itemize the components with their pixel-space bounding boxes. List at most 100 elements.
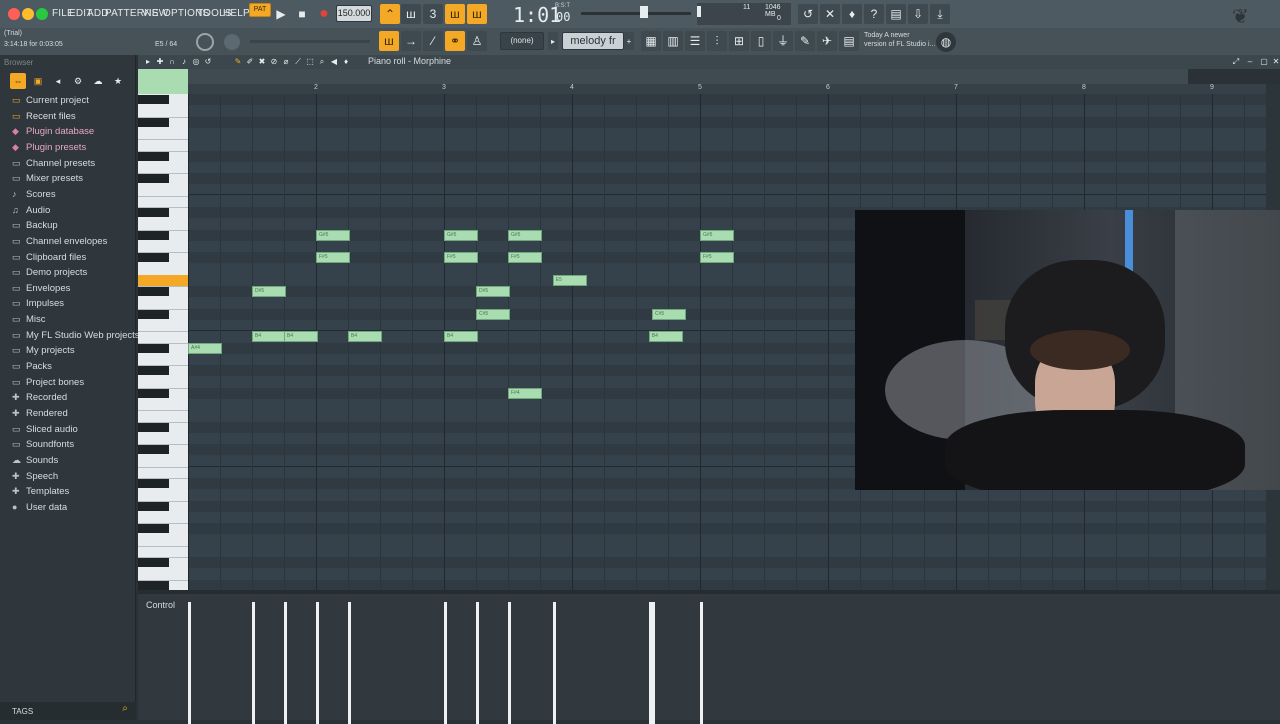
channel-rack-icon[interactable]: ☰ xyxy=(685,31,705,51)
note[interactable]: G#5 xyxy=(316,229,350,241)
stamp-icon[interactable]: ♙ xyxy=(467,31,487,51)
black-key[interactable] xyxy=(138,287,169,297)
black-key[interactable] xyxy=(138,524,169,534)
note[interactable]: F#5 xyxy=(700,252,734,264)
undo-history-icon[interactable]: ↺ xyxy=(798,4,818,24)
note[interactable]: F#5 xyxy=(508,252,542,264)
loop-record-icon[interactable]: ш xyxy=(467,4,487,24)
note[interactable]: G#5 xyxy=(700,229,734,241)
render-icon[interactable]: ⇩ xyxy=(908,4,928,24)
note[interactable]: F#4 xyxy=(508,387,542,399)
browser-item-audio[interactable]: ♫ Audio xyxy=(12,205,50,220)
master-volume-knob[interactable] xyxy=(224,34,240,50)
channel-name-field[interactable]: melody fr xyxy=(562,32,624,50)
metronome-icon[interactable]: ⌃ xyxy=(380,4,400,24)
note[interactable]: F#5 xyxy=(316,252,350,264)
browser-item-current-project[interactable]: ▭ Current project xyxy=(12,95,89,110)
black-key[interactable] xyxy=(138,558,169,568)
master-pitch-knob[interactable] xyxy=(196,33,214,51)
pr-menu-arrow-icon[interactable]: ▸ xyxy=(142,55,154,68)
plug-icon[interactable]: ⏚ xyxy=(773,31,793,51)
browser-collapse-icon[interactable]: ◂ xyxy=(50,73,66,89)
note[interactable]: G#5 xyxy=(444,229,478,241)
note[interactable]: E5 xyxy=(552,274,587,286)
slice-tool-icon[interactable]: ⟋ xyxy=(292,55,304,68)
browser-settings-icon[interactable]: ⚙ xyxy=(70,73,86,89)
black-key[interactable] xyxy=(138,366,169,376)
browser-item-impulses[interactable]: ▭ Impulses xyxy=(12,298,64,313)
pr-play-icon[interactable]: ◎ xyxy=(190,55,202,68)
browser-item-plugin-presets[interactable]: ◆ Plugin presets xyxy=(12,142,86,157)
note[interactable]: B4 xyxy=(444,331,478,343)
mixer-window-icon[interactable]: ⫶ xyxy=(707,31,727,51)
browser-item-recent-files[interactable]: ▭ Recent files xyxy=(12,111,76,126)
browser-item-sounds[interactable]: ☁ Sounds xyxy=(12,455,58,470)
pr-detach-icon[interactable]: ⤢ xyxy=(1230,55,1242,68)
black-key[interactable] xyxy=(138,208,169,217)
velocity-bar[interactable] xyxy=(508,602,511,724)
black-key[interactable] xyxy=(138,174,169,184)
browser-item-backup[interactable]: ▭ Backup xyxy=(12,220,58,235)
velocity-bar[interactable] xyxy=(476,602,479,724)
black-key[interactable] xyxy=(138,580,169,590)
black-key[interactable] xyxy=(138,151,169,161)
master-volume-slider[interactable] xyxy=(581,12,691,15)
black-key[interactable] xyxy=(138,445,169,455)
select-tool-icon[interactable]: ⬚ xyxy=(304,55,316,68)
black-key[interactable] xyxy=(138,422,169,432)
velocity-bar[interactable] xyxy=(700,602,703,724)
tempo-display[interactable]: 150.000 xyxy=(336,5,372,22)
black-key[interactable] xyxy=(138,343,169,353)
touch-controller-icon[interactable]: ✎ xyxy=(795,31,815,51)
browser-current-icon[interactable]: ▣ xyxy=(30,73,46,89)
record-icon[interactable]: ● xyxy=(314,4,334,24)
send-icon[interactable]: ✈ xyxy=(817,31,837,51)
plugin-picker-icon[interactable]: ▯ xyxy=(751,31,771,51)
minimize-window-button[interactable] xyxy=(22,8,34,20)
brush-tool-icon[interactable]: ✐ xyxy=(244,55,256,68)
velocity-bar[interactable] xyxy=(316,602,319,724)
note[interactable]: B4 xyxy=(348,331,382,343)
browser-item-user-data[interactable]: ● User data xyxy=(12,502,67,517)
play-icon[interactable]: ▶ xyxy=(271,4,291,24)
black-key[interactable] xyxy=(138,253,169,263)
velocity-bar[interactable] xyxy=(552,602,556,724)
pr-minimize-icon[interactable]: – xyxy=(1244,55,1256,68)
browser-item-misc[interactable]: ▭ Misc xyxy=(12,314,46,329)
microphone-icon[interactable]: ♦ xyxy=(842,4,862,24)
pattern-overview[interactable] xyxy=(188,69,1188,84)
link-icon[interactable]: ⚭ xyxy=(445,31,465,51)
pr-close-icon[interactable]: ✕ xyxy=(1272,55,1280,68)
close-window-button[interactable] xyxy=(8,8,20,20)
pattern-arrow-icon[interactable]: ▸ xyxy=(548,32,558,50)
mute-tool-icon[interactable]: ⊘ xyxy=(268,55,280,68)
step-edit-icon[interactable]: ш xyxy=(445,4,465,24)
menu-help[interactable]: HELP xyxy=(223,8,250,19)
velocity-bar[interactable] xyxy=(188,602,191,724)
browser-item-channel-presets[interactable]: ▭ Channel presets xyxy=(12,158,95,173)
browser-item-templates[interactable]: ✚ Templates xyxy=(12,486,69,501)
maximize-window-button[interactable] xyxy=(36,8,48,20)
download-icon[interactable]: ⤓ xyxy=(930,4,950,24)
browser-item-recorded[interactable]: ✚ Recorded xyxy=(12,392,67,407)
black-key[interactable] xyxy=(138,117,169,127)
control-lane[interactable]: Control xyxy=(138,590,1280,724)
update-globe-icon[interactable]: ◍ xyxy=(936,32,956,52)
note[interactable]: C#5 xyxy=(476,308,510,320)
playback-tool-icon[interactable]: ◀ xyxy=(328,55,340,68)
velocity-bar[interactable] xyxy=(444,602,447,724)
note[interactable]: B4 xyxy=(648,331,683,343)
browser-item-clipboard-files[interactable]: ▭ Clipboard files xyxy=(12,252,86,267)
browser-item-project-bones[interactable]: ▭ Project bones xyxy=(12,377,84,392)
browser-item-scores[interactable]: ♪ Scores xyxy=(12,189,56,204)
mixer-icon[interactable]: ✕ xyxy=(820,4,840,24)
browser-item-plugin-database[interactable]: ◆ Plugin database xyxy=(12,126,94,141)
velocity-bar[interactable] xyxy=(284,602,287,724)
browser-item-rendered[interactable]: ✚ Rendered xyxy=(12,408,68,423)
browser-item-speech[interactable]: ✚ Speech xyxy=(12,471,58,486)
piano-keyboard[interactable] xyxy=(138,94,188,590)
pencil-tool-icon[interactable]: ✎ xyxy=(232,55,244,68)
countdown-icon[interactable]: 3 xyxy=(423,4,443,24)
note[interactable]: A#4 xyxy=(188,342,222,354)
piano-roll-icon[interactable]: ш xyxy=(379,31,399,51)
